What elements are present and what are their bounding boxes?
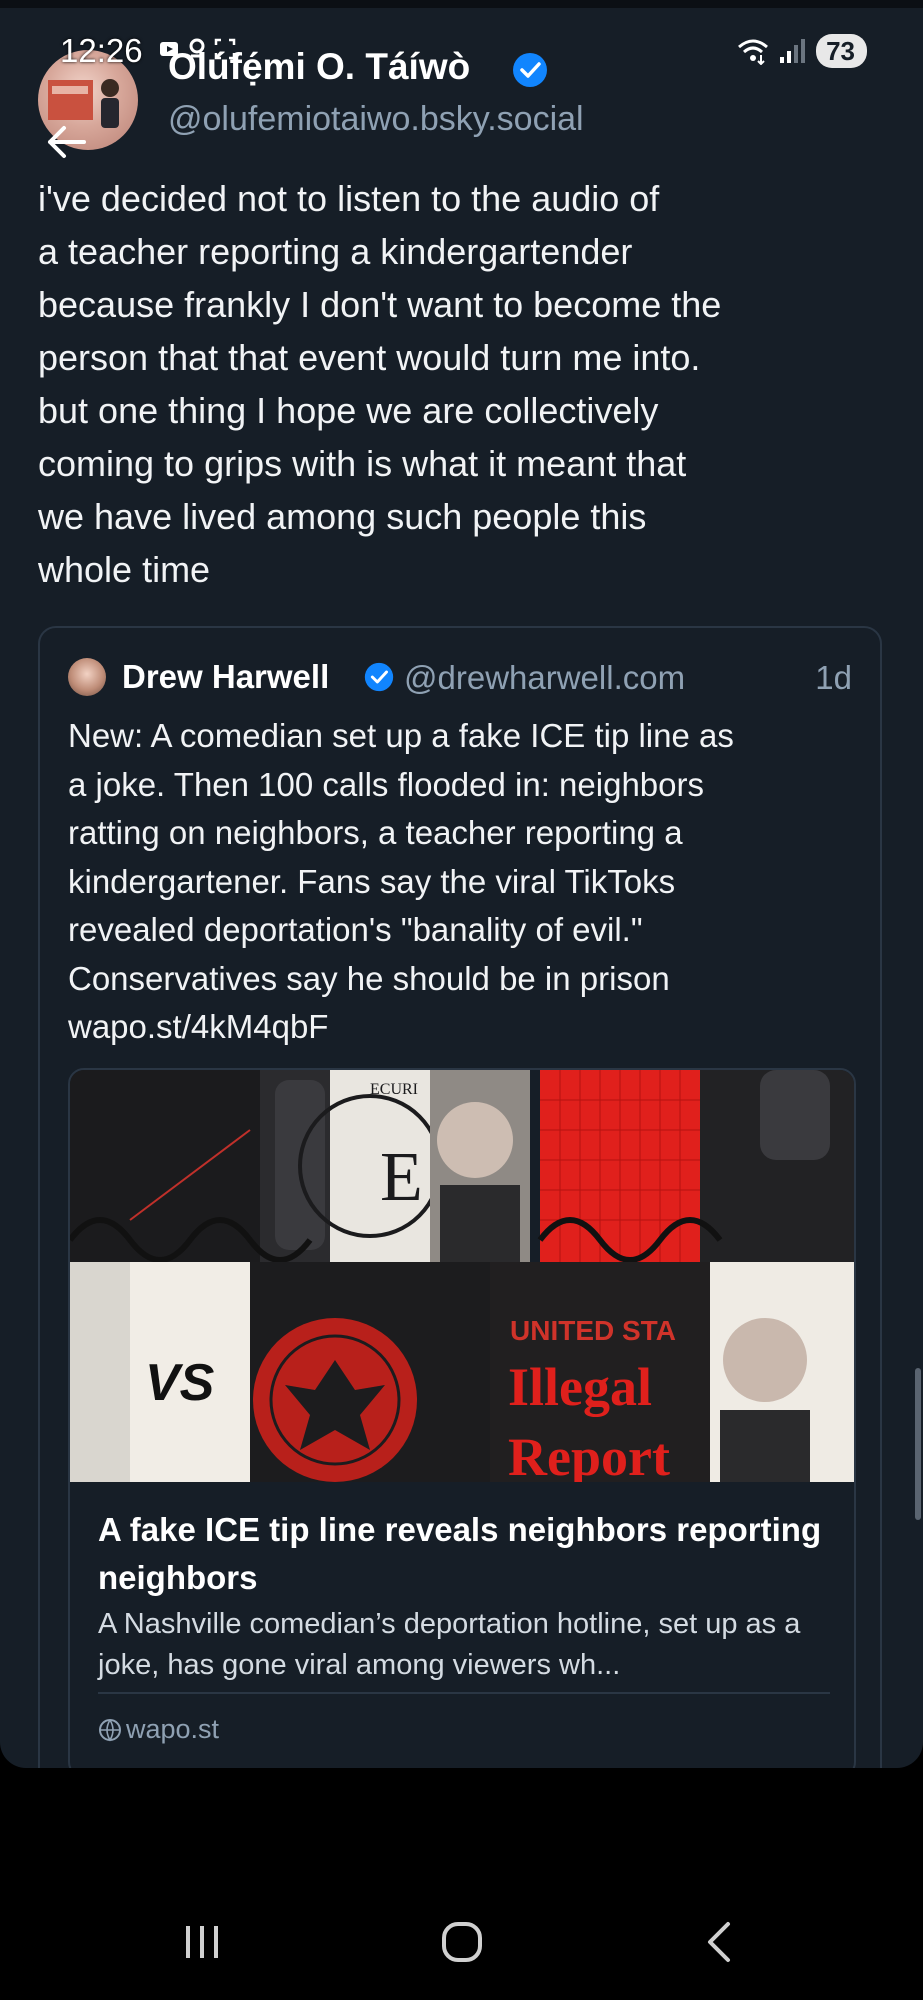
vs-text: VS (145, 1354, 215, 1412)
home-icon[interactable] (432, 1912, 492, 1972)
link-card-divider (98, 1692, 830, 1694)
quote-author-handle: @drewharwell.com (404, 659, 686, 696)
status-right: 73 (736, 34, 867, 68)
seal-small-text: ECURI (370, 1081, 418, 1098)
image-illegal-text: Illegal (508, 1357, 652, 1417)
battery-indicator: 73 (816, 34, 867, 68)
top-edge (0, 0, 923, 8)
globe-icon (98, 1718, 122, 1742)
seal-letter-text: E (380, 1139, 423, 1216)
link-preview-card[interactable]: ECURI E VS UNITED STA Illegal Report A f… (68, 1068, 856, 1768)
scrollbar[interactable] (915, 1368, 921, 1520)
verified-badge-icon (364, 662, 394, 692)
quote-text: New: A comedian set up a fake ICE tip li… (68, 717, 734, 1045)
signal-icon (780, 39, 806, 63)
link-card-title: A fake ICE tip line reveals neighbors re… (98, 1511, 822, 1596)
wifi-icon (738, 39, 769, 65)
post-text: i've decided not to listen to the audio … (38, 178, 722, 590)
status-time: 12:26 (60, 32, 143, 69)
back-nav-icon[interactable] (690, 1912, 750, 1972)
link-card-description: A Nashville comedian’s deportation hotli… (98, 1608, 801, 1681)
image-united-text: UNITED STA (510, 1315, 676, 1346)
quote-timestamp: 1d (815, 659, 852, 696)
recent-apps-icon[interactable] (172, 1912, 232, 1972)
image-report-text: Report (508, 1427, 670, 1482)
verified-badge-icon (512, 52, 548, 88)
author-name[interactable]: Olúfẹ́mi O. Táíwò (168, 46, 470, 88)
author-handle[interactable]: @olufemiotaiwo.bsky.social (168, 100, 584, 139)
quoted-post[interactable]: Drew Harwell @drewharwell.com 1d New: A … (38, 626, 882, 1768)
link-card-domain: wapo.st (126, 1714, 220, 1744)
quote-author-avatar[interactable] (68, 658, 106, 696)
link-preview-image: ECURI E VS UNITED STA Illegal Report (70, 1070, 854, 1482)
post-thread-screen: 12:26 73 Olúfẹ́mi O. Táíwò @olufemiotaiw… (0, 0, 923, 1768)
back-arrow-icon[interactable] (44, 120, 88, 164)
quote-author-name: Drew Harwell (122, 658, 330, 695)
